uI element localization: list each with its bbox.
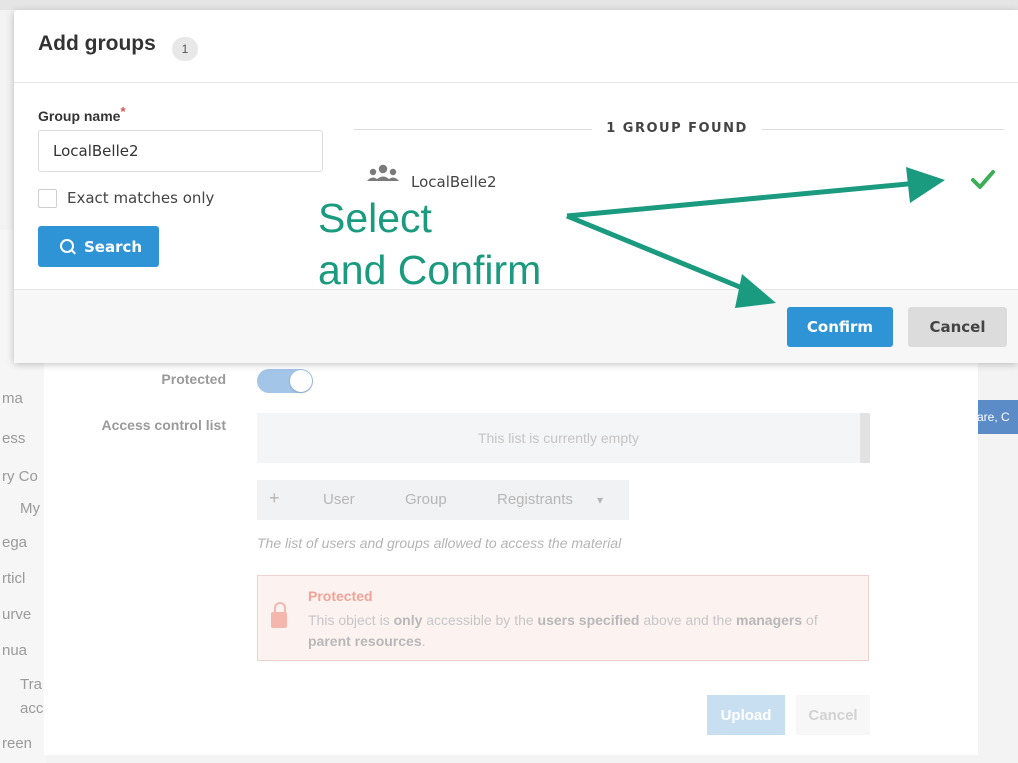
sidebar-item: ess	[2, 430, 26, 447]
protected-toggle[interactable]	[257, 369, 313, 393]
count-badge: 1	[172, 37, 198, 61]
result-group-name[interactable]: LocalBelle2	[411, 173, 497, 191]
lock-icon	[271, 602, 287, 630]
sidebar-item: reen	[2, 735, 33, 752]
group-name-input[interactable]	[38, 130, 323, 172]
toggle-knob	[290, 370, 312, 392]
acl-label: Access control list	[101, 417, 227, 433]
acl-hint: The list of users and groups allowed to …	[257, 535, 622, 551]
empty-list-text: This list is currently empty	[477, 430, 640, 446]
exact-matches-checkbox[interactable]	[38, 189, 57, 208]
registrants-button[interactable]: Registrants	[497, 491, 573, 508]
exact-matches-label: Exact matches only	[67, 189, 215, 207]
background-cancel-button[interactable]: Cancel	[796, 695, 870, 735]
acl-button-group: + User Group Registrants ▾	[257, 480, 629, 520]
modal-title: Add groups	[38, 32, 156, 55]
group-button[interactable]: Group	[405, 491, 447, 508]
group-name-label: Group name*	[38, 104, 126, 124]
user-button[interactable]: User	[323, 491, 355, 508]
top-bar	[0, 0, 1018, 10]
users-group-icon	[367, 164, 399, 181]
divider-left	[354, 129, 592, 130]
sidebar-item: ry Co	[2, 468, 38, 485]
modal-header: Add groups 1	[14, 10, 1018, 83]
search-icon	[60, 239, 74, 253]
alert-title: Protected	[308, 588, 373, 604]
acl-list: This list is currently empty	[257, 413, 870, 463]
add-icon[interactable]: +	[269, 488, 280, 509]
required-mark: *	[120, 104, 126, 119]
sidebar-item: urve	[2, 606, 32, 623]
cancel-button[interactable]: Cancel	[908, 307, 1007, 347]
search-button-label: Search	[84, 238, 143, 256]
check-icon[interactable]	[970, 168, 996, 190]
search-button[interactable]: Search	[38, 226, 159, 267]
alert-message: This object is only accessible by the us…	[308, 612, 818, 649]
sidebar-item: nua	[2, 642, 28, 659]
found-count-text: 1 GROUP FOUND	[606, 121, 748, 136]
annotation-text: Select and Confirm	[318, 192, 541, 296]
sidebar-item: rticl	[2, 570, 26, 587]
sidebar-item: ega	[2, 534, 28, 551]
add-groups-modal: Add groups 1 Group name* Exact matches o…	[14, 10, 1018, 363]
confirm-button[interactable]: Confirm	[787, 307, 893, 347]
upload-button[interactable]: Upload	[707, 695, 785, 735]
annotation-line-1: Select	[318, 195, 432, 241]
chevron-down-icon: ▾	[597, 493, 604, 507]
sidebar-item: ma	[2, 390, 23, 407]
divider-right	[762, 129, 1004, 130]
annotation-line-2: and Confirm	[318, 247, 542, 293]
protected-alert: Protected This object is only accessible…	[257, 575, 869, 661]
list-scrollbar[interactable]	[860, 413, 870, 463]
protected-label: Protected	[161, 371, 226, 387]
